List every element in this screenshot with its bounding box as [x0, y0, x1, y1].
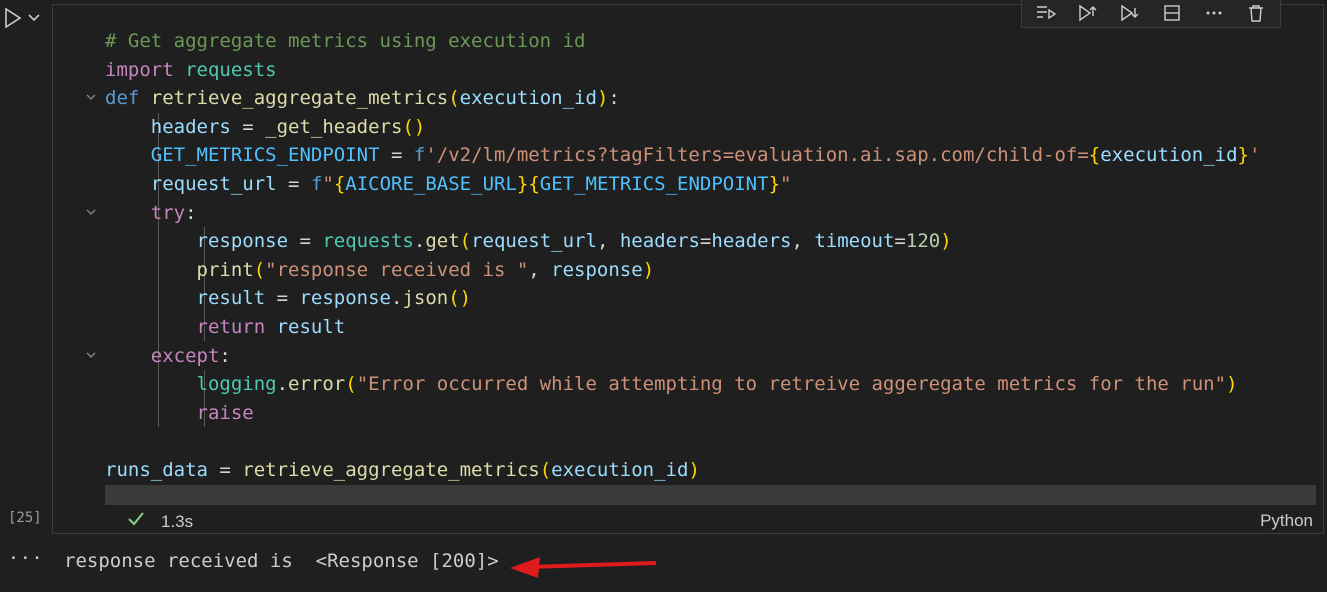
run-cell-icon[interactable] [4, 8, 22, 28]
cell-run-controls [4, 8, 40, 28]
code-line-10: result = response.json() [196, 287, 472, 310]
code-line-5: GET_METRICS_ENDPOINT = f'/v2/lm/metrics?… [150, 144, 1261, 167]
code-line-11: return result [196, 316, 346, 338]
cell-status-bar: 1.3s [127, 511, 193, 532]
code-line-6: request_url = f"{AICORE_BASE_URL}{GET_ME… [150, 173, 792, 195]
execution-count: [25] [8, 510, 42, 526]
code-line-13: logging.error("Error occurred while atte… [196, 373, 1238, 396]
cell-language[interactable]: Python [1260, 511, 1313, 531]
split-cell-icon[interactable] [1162, 3, 1182, 23]
fold-chevron-icon[interactable] [85, 91, 97, 103]
code-line-1: # Get aggregate metrics using execution … [105, 30, 586, 52]
output-more-icon[interactable]: ··· [8, 548, 44, 569]
code-line-3: def retrieve_aggregate_metrics(execution… [105, 87, 620, 110]
current-line-highlight [105, 485, 1316, 505]
cell-output-text: response received is <Response [200]> [64, 550, 499, 572]
more-actions-icon[interactable] [1204, 3, 1224, 23]
code-line-16: runs_data = retrieve_aggregate_metrics(e… [105, 459, 700, 481]
run-by-line-icon[interactable] [1036, 3, 1056, 23]
code-line-4: headers = _get_headers() [150, 115, 426, 138]
execute-above-icon[interactable] [1078, 3, 1098, 23]
code-line-7: try: [150, 201, 197, 224]
execute-below-icon[interactable] [1120, 3, 1140, 23]
code-line-12: except: [150, 344, 231, 367]
fold-chevron-icon[interactable] [85, 206, 97, 218]
code-cell[interactable]: # Get aggregate metrics using execution … [52, 0, 1324, 534]
execution-duration: 1.3s [161, 511, 194, 531]
cell-toolbar [1021, 0, 1281, 28]
code-line-14: raise [196, 401, 254, 424]
delete-cell-icon[interactable] [1246, 3, 1266, 23]
success-check-icon [127, 511, 145, 532]
fold-chevron-icon[interactable] [85, 349, 97, 361]
chevron-down-icon[interactable] [28, 12, 40, 24]
code-line-9: print("response received is ", response) [196, 258, 655, 281]
code-line-8: response = requests.get(request_url, hea… [196, 230, 952, 253]
annotation-arrow-icon [510, 557, 657, 578]
code-line-2: import requests [105, 58, 277, 81]
